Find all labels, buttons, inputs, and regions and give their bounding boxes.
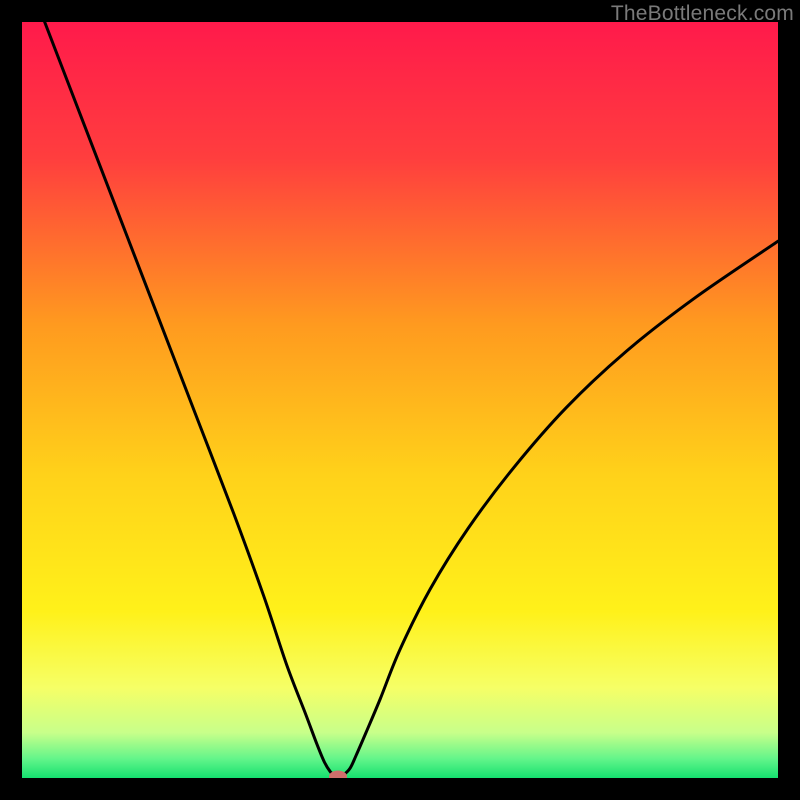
- chart-background: [22, 22, 778, 778]
- watermark-label: TheBottleneck.com: [611, 2, 794, 26]
- chart-frame: [22, 22, 778, 778]
- bottleneck-chart: [22, 22, 778, 778]
